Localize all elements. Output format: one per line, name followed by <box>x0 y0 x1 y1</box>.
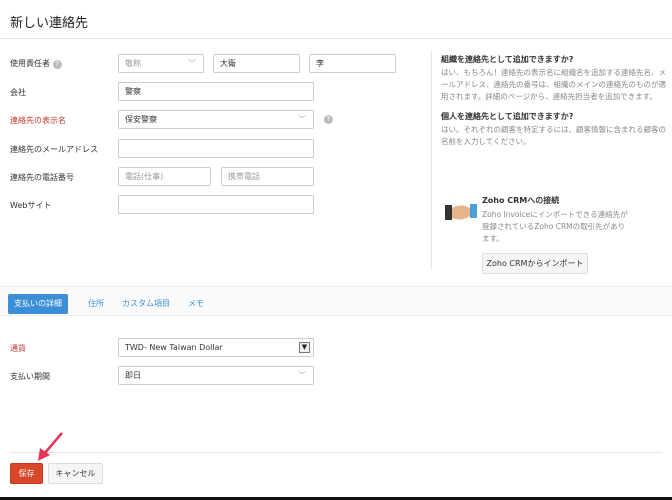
payment-terms-value: 即日 <box>125 371 141 380</box>
tab-address[interactable]: 住所 <box>82 294 110 314</box>
email-label: 連絡先のメールアドレス <box>10 145 98 154</box>
save-button[interactable]: 保存 <box>10 463 43 484</box>
arrow-annotation-icon <box>38 432 63 461</box>
crm-import-button[interactable]: Zoho CRMからインポート <box>482 253 588 274</box>
page-title: 新しい連絡先 <box>10 16 89 31</box>
faq-answer: はい。それぞれの顧客を特定するには、顧客情報に含まれる顧客の名前を入力してくださ… <box>441 125 666 146</box>
first-name-input[interactable]: 大衛 <box>213 54 300 73</box>
currency-select[interactable]: TWD- New Taiwan Dollar ▼ <box>118 338 314 357</box>
website-label: Webサイト <box>10 201 52 210</box>
salutation-select[interactable]: 敬称 ﹀ <box>118 54 204 73</box>
tab-notes[interactable]: メモ <box>182 294 210 314</box>
footer-divider <box>10 452 662 453</box>
work-phone-input[interactable]: 電話(仕事) <box>118 167 211 186</box>
side-divider <box>431 50 432 270</box>
chevron-down-icon: ﹀ <box>298 115 306 124</box>
company-label: 会社 <box>10 88 26 97</box>
faq-question: 組織を連絡先として追加できますか? <box>441 55 574 64</box>
faq-answer: はい、もちろん！連絡先の表示名に組織名を追加する連絡先名、メールアドレス、連絡先… <box>441 68 666 101</box>
crm-description: Zoho Invoiceにインポートできる連絡先が登録されているZoho CRM… <box>482 210 628 243</box>
contact-person-label: 使用責任者 ? <box>10 58 62 69</box>
divider <box>0 38 672 39</box>
tab-payment-details[interactable]: 支払いの詳細 <box>8 294 68 314</box>
handshake-icon <box>444 200 478 224</box>
chevron-down-icon: ▼ <box>299 342 310 353</box>
email-input[interactable] <box>118 139 314 158</box>
help-panel: 組織を連絡先として追加できますか? はい、もちろん！連絡先の表示名に組織名を追加… <box>441 54 666 148</box>
payment-terms-label: 支払い期間 <box>10 372 50 381</box>
help-icon[interactable]: ? <box>324 115 333 124</box>
salutation-value: 敬称 <box>125 59 141 68</box>
currency-label: 通貨 <box>10 344 26 353</box>
website-input[interactable] <box>118 195 314 214</box>
cancel-button[interactable]: キャンセル <box>48 463 103 484</box>
last-name-input[interactable]: 李 <box>309 54 396 73</box>
help-icon[interactable]: ? <box>52 60 62 69</box>
display-name-label: 連絡先の表示名 <box>10 116 66 125</box>
currency-value: TWD- New Taiwan Dollar <box>125 343 223 352</box>
display-name-value: 保安警察 <box>125 115 157 124</box>
contact-person-label-text: 使用責任者 <box>10 59 50 68</box>
phone-label: 連絡先の電話番号 <box>10 173 74 182</box>
chevron-down-icon: ﹀ <box>298 371 306 380</box>
mobile-phone-input[interactable]: 携帯電話 <box>221 167 314 186</box>
faq-question: 個人を連絡先として追加できますか? <box>441 112 574 121</box>
display-name-select[interactable]: 保安警察 ﹀ <box>118 110 314 129</box>
chevron-down-icon: ﹀ <box>188 59 196 68</box>
company-input[interactable]: 警察 <box>118 82 314 101</box>
crm-title: Zoho CRMへの接続 <box>482 196 560 205</box>
tab-custom-fields[interactable]: カスタム項目 <box>116 294 176 314</box>
tab-bar: 支払いの詳細 住所 カスタム項目 メモ <box>0 286 672 316</box>
payment-terms-select[interactable]: 即日 ﹀ <box>118 366 314 385</box>
